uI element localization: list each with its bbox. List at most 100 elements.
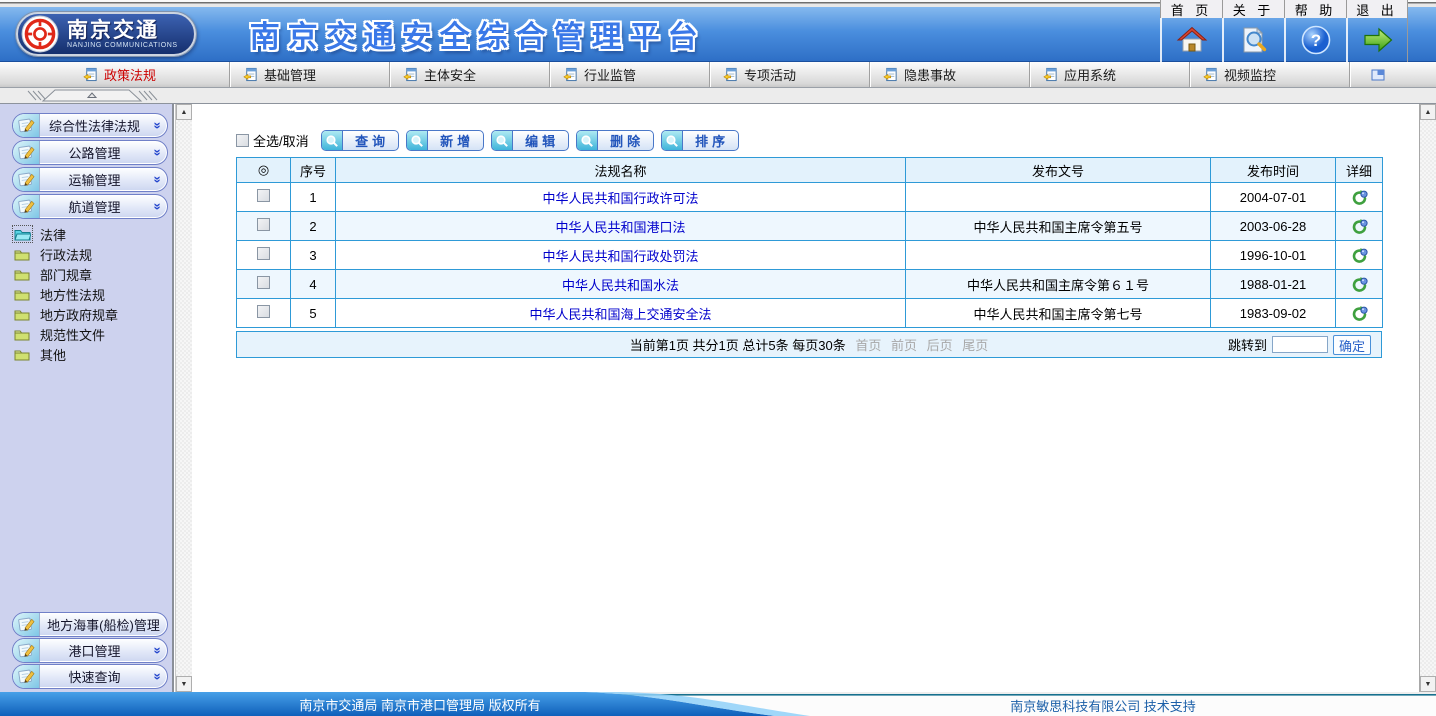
tree-item-laws[interactable]: 法律: [14, 224, 172, 244]
tab-application-systems[interactable]: 应用系统: [1030, 62, 1190, 87]
row-checkbox[interactable]: [257, 189, 270, 202]
page-title: 南京交通安全综合管理平台: [250, 12, 706, 56]
law-name-link[interactable]: 中华人民共和国行政处罚法: [542, 249, 698, 264]
sidebar-group-transport-management[interactable]: 运输管理 »: [12, 167, 168, 192]
tree-item-local-government-rules[interactable]: 地方政府规章: [14, 304, 172, 324]
row-checkbox[interactable]: [257, 276, 270, 289]
select-all-checkbox[interactable]: [236, 134, 249, 147]
doc-number: [906, 183, 1211, 212]
tab-industry-supervision[interactable]: 行业监管: [550, 62, 710, 87]
menu-bar: 政策法规 基础管理 主体安全 行业监管 专项活动 隐患事故 应用系统 视频监控: [0, 62, 1436, 88]
home-icon: [1175, 24, 1209, 56]
confirm-button[interactable]: 确定: [1333, 335, 1371, 355]
sort-button[interactable]: 排序: [661, 130, 739, 151]
chevron-down-icon: »: [151, 117, 166, 135]
row-checkbox[interactable]: [257, 247, 270, 260]
table-row: 3 中华人民共和国行政处罚法 1996-10-01: [237, 241, 1383, 270]
sidebar-group-comprehensive-laws[interactable]: 综合性法律法规 »: [12, 113, 168, 138]
nav-about[interactable]: 关 于: [1222, 0, 1284, 62]
tab-basic-management[interactable]: 基础管理: [230, 62, 390, 87]
scroll-down-button[interactable]: ▼: [176, 676, 192, 692]
detail-icon[interactable]: [1351, 189, 1368, 206]
publish-date: 1988-01-21: [1211, 270, 1336, 299]
publish-date: 2003-06-28: [1211, 212, 1336, 241]
chevron-down-icon: »: [151, 144, 166, 162]
document-arrow-icon: [83, 67, 98, 82]
last-page-link[interactable]: 尾页: [962, 338, 988, 353]
law-name-link[interactable]: 中华人民共和国海上交通安全法: [529, 307, 711, 322]
nav-exit[interactable]: 退 出: [1346, 0, 1408, 62]
collapse-handle[interactable]: [25, 89, 160, 102]
sidebar-group-waterway-management[interactable]: 航道管理 »: [12, 194, 168, 219]
document-arrow-icon: [563, 67, 578, 82]
law-name-link[interactable]: 中华人民共和国水法: [562, 278, 679, 293]
content-scrollbar[interactable]: ▲ ▼: [175, 104, 192, 692]
document-arrow-icon: [883, 67, 898, 82]
window-restore-icon[interactable]: [1370, 68, 1386, 82]
scroll-up-button[interactable]: ▲: [1420, 104, 1436, 120]
magnifier-icon: [407, 131, 428, 150]
window-scrollbar[interactable]: ▲ ▼: [1419, 104, 1436, 692]
tree-item-department-rules[interactable]: 部门规章: [14, 264, 172, 284]
doc-number: [906, 241, 1211, 270]
tree-item-administrative-regulations[interactable]: 行政法规: [14, 244, 172, 264]
row-checkbox[interactable]: [257, 218, 270, 231]
footer: 南京市交通局 南京市港口管理局 版权所有 南京敏思科技有限公司 技术支持: [0, 692, 1436, 716]
tab-policy-regulations[interactable]: 政策法规: [70, 62, 230, 87]
footer-copyright: 南京市交通局 南京市港口管理局 版权所有: [140, 692, 700, 716]
jump-to-label: 跳转到: [1228, 335, 1267, 354]
sidebar-group-quick-query[interactable]: 快速查询 »: [12, 664, 168, 689]
law-name-link[interactable]: 中华人民共和国行政许可法: [542, 191, 698, 206]
tree-item-other[interactable]: 其他: [14, 344, 172, 364]
detail-icon[interactable]: [1351, 218, 1368, 235]
first-page-link[interactable]: 首页: [855, 338, 881, 353]
edit-button[interactable]: 编辑: [491, 130, 569, 151]
detail-icon[interactable]: [1351, 276, 1368, 293]
sidebar-group-port-management[interactable]: 港口管理 »: [12, 638, 168, 663]
detail-icon[interactable]: [1351, 305, 1368, 322]
detail-icon[interactable]: [1351, 247, 1368, 264]
select-all-toggle[interactable]: 全选/取消: [236, 131, 309, 150]
select-column-header: ◎: [237, 158, 291, 183]
sidebar-group-local-maritime-management[interactable]: 地方海事(船检)管理: [12, 612, 168, 637]
toolbar: 全选/取消 查询 新增 编辑 删除: [236, 130, 1419, 151]
notepad-pencil-icon: [17, 667, 36, 686]
tab-hidden-danger-accidents[interactable]: 隐患事故: [870, 62, 1030, 87]
main-content: 全选/取消 查询 新增 编辑 删除: [192, 104, 1419, 692]
table-row: 2 中华人民共和国港口法 中华人民共和国主席令第五号 2003-06-28: [237, 212, 1383, 241]
add-button[interactable]: 新增: [406, 130, 484, 151]
scroll-up-button[interactable]: ▲: [176, 104, 192, 120]
tab-subject-safety[interactable]: 主体安全: [390, 62, 550, 87]
law-name-link[interactable]: 中华人民共和国港口法: [555, 220, 685, 235]
document-arrow-icon: [1203, 67, 1218, 82]
laws-table: ◎ 序号 法规名称 发布文号 发布时间 详细 1 中华人民共和国行政许可法 20…: [236, 157, 1383, 328]
nav-home[interactable]: 首 页: [1160, 0, 1222, 62]
tab-special-activities[interactable]: 专项活动: [710, 62, 870, 87]
pagination-bar: 当前第1页 共分1页 总计5条 每页30条 首页 前页 后页 尾页 跳转到 确定: [236, 331, 1382, 358]
notepad-pencil-icon: [17, 641, 36, 660]
jump-page-input[interactable]: [1272, 336, 1328, 353]
next-page-link[interactable]: 后页: [927, 338, 953, 353]
doc-number: 中华人民共和国主席令第五号: [906, 212, 1211, 241]
query-button[interactable]: 查询: [321, 130, 399, 151]
nav-help[interactable]: 帮 助 ?: [1284, 0, 1346, 62]
table-row: 4 中华人民共和国水法 中华人民共和国主席令第６１号 1988-01-21: [237, 270, 1383, 299]
notepad-pencil-icon: [17, 143, 36, 162]
tree-item-local-regulations[interactable]: 地方性法规: [14, 284, 172, 304]
pagination-summary: 当前第1页 共分1页 总计5条 每页30条: [630, 338, 846, 353]
table-header-row: ◎ 序号 法规名称 发布文号 发布时间 详细: [237, 158, 1383, 183]
tab-video-monitoring[interactable]: 视频监控: [1190, 62, 1350, 87]
folder-icon: [14, 247, 31, 261]
magnifier-icon: [577, 131, 598, 150]
folder-icon: [14, 267, 31, 281]
row-index: 4: [291, 270, 336, 299]
magnifier-icon: [662, 131, 683, 150]
prev-page-link[interactable]: 前页: [891, 338, 917, 353]
chevron-down-icon: »: [151, 198, 166, 216]
scroll-down-button[interactable]: ▼: [1420, 676, 1436, 692]
svg-text:?: ?: [1311, 31, 1321, 50]
sidebar-group-highway-management[interactable]: 公路管理 »: [12, 140, 168, 165]
delete-button[interactable]: 删除: [576, 130, 654, 151]
tree-item-normative-documents[interactable]: 规范性文件: [14, 324, 172, 344]
row-checkbox[interactable]: [257, 305, 270, 318]
